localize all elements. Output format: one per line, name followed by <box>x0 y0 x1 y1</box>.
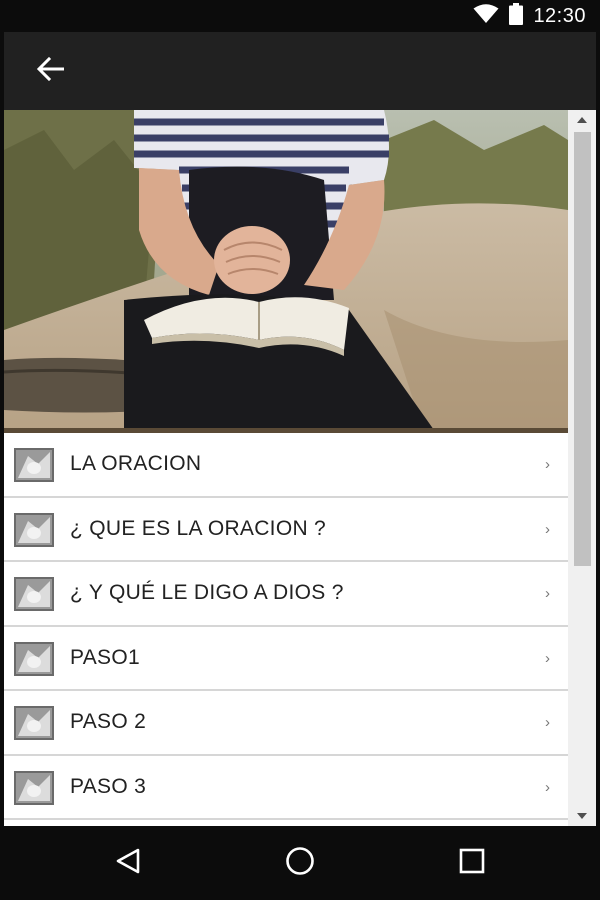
list-item-label: PASO1 <box>70 645 140 669</box>
list-item-label: LA ORACION <box>70 452 202 475</box>
praying-hands-thumbnail-icon <box>14 641 54 676</box>
phone-screen: 12:30 LA ORACION › ¿ QUE ES LA ORACION ?… <box>0 0 600 900</box>
list-item[interactable]: ¿ QUE ES LA ORACION ? › <box>4 497 568 562</box>
content-area: LA ORACION › ¿ QUE ES LA ORACION ? › ¿ Y… <box>4 110 596 826</box>
list-item-label: ¿ Y QUÉ LE DIGO A DIOS ? <box>70 581 344 604</box>
back-button[interactable] <box>26 51 74 91</box>
chevron-right-icon: › <box>545 585 550 602</box>
system-nav-bar <box>0 826 600 900</box>
chevron-right-icon: › <box>545 520 550 538</box>
list-item[interactable]: ¿ Y QUÉ LE DIGO A DIOS ? › <box>4 562 568 627</box>
app-bar <box>4 32 596 110</box>
praying-hands-thumbnail-icon <box>14 512 54 547</box>
list-item[interactable]: LA ORACION › <box>4 433 568 498</box>
home-circle-icon <box>285 846 315 881</box>
nav-recents-button[interactable] <box>442 840 502 886</box>
list-item-label: PASO 3 <box>70 774 147 798</box>
praying-hands-thumbnail-icon <box>14 448 54 482</box>
chevron-right-icon: › <box>545 714 550 731</box>
chevron-right-icon: › <box>545 649 550 667</box>
back-triangle-icon <box>114 847 142 880</box>
arrow-left-icon <box>36 56 65 86</box>
battery-icon <box>509 2 524 30</box>
list-item[interactable]: PASO1 › <box>4 626 568 691</box>
praying-hands-thumbnail-icon <box>14 706 54 740</box>
scrollbar-thumb[interactable] <box>574 132 591 566</box>
wifi-icon <box>473 3 499 29</box>
list-item-label: PASO 2 <box>70 710 147 733</box>
praying-hands-thumbnail-icon <box>14 770 54 805</box>
status-bar: 12:30 <box>0 0 600 32</box>
chevron-right-icon: › <box>545 778 550 796</box>
menu-list: LA ORACION › ¿ QUE ES LA ORACION ? › ¿ Y… <box>4 433 568 820</box>
nav-back-button[interactable] <box>98 840 158 886</box>
scroll-up-arrow-icon[interactable] <box>568 110 596 130</box>
status-time: 12:30 <box>533 4 586 27</box>
scrollbar[interactable] <box>568 110 596 826</box>
hero-image <box>4 110 568 433</box>
chevron-right-icon: › <box>545 456 550 473</box>
praying-hands-thumbnail-icon <box>14 577 54 611</box>
list-item[interactable]: PASO 2 › <box>4 691 568 756</box>
recents-square-icon <box>458 847 486 880</box>
list-item[interactable]: PASO 3 › <box>4 755 568 820</box>
nav-home-button[interactable] <box>270 840 330 886</box>
scroll-down-arrow-icon[interactable] <box>568 806 596 826</box>
status-icons: 12:30 <box>473 2 586 30</box>
list-item-label: ¿ QUE ES LA ORACION ? <box>70 516 327 540</box>
